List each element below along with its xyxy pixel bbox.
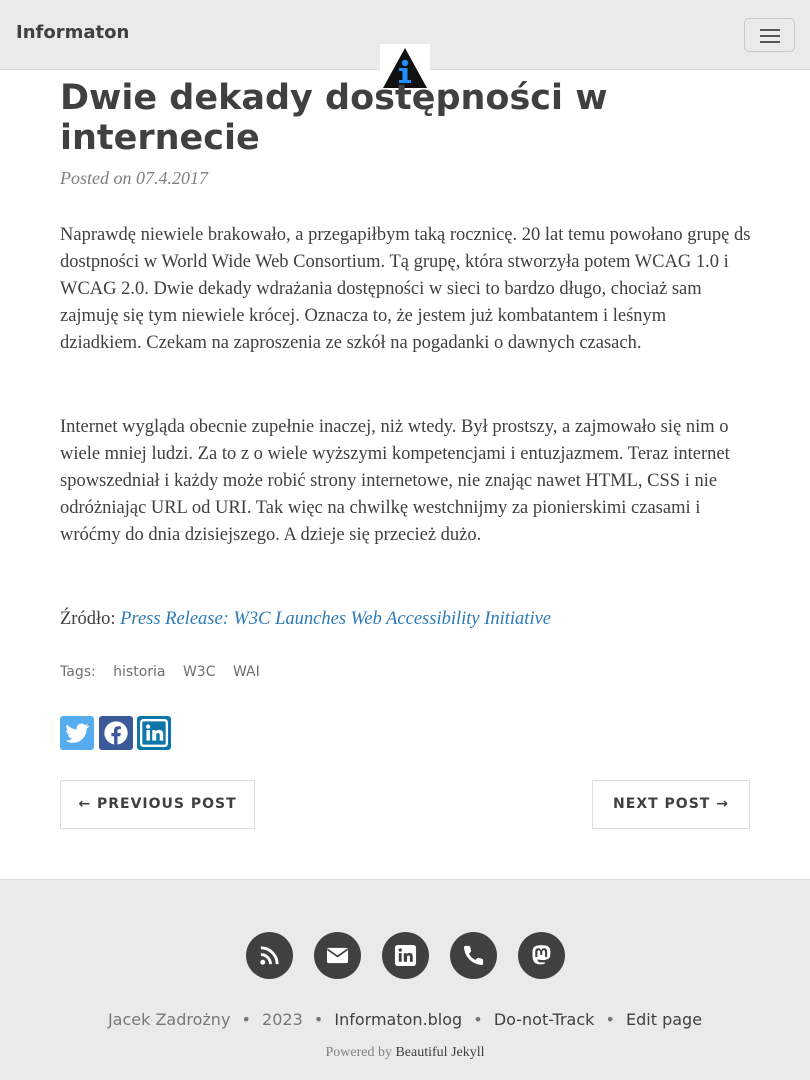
email-link[interactable]	[314, 932, 361, 979]
footer-dnt-link[interactable]: Do-not-Track	[494, 1010, 595, 1029]
footer-site-link[interactable]: Informaton.blog	[334, 1010, 462, 1029]
hamburger-icon	[760, 29, 780, 31]
phone-icon	[464, 945, 484, 965]
tag-historia[interactable]: historia	[113, 664, 165, 680]
post-title: Dwie dekady dostępności w internecie	[60, 78, 608, 158]
previous-post-button[interactable]: ← PREVIOUS POST	[60, 780, 255, 829]
source-line: Źródło: Press Release: W3C Launches Web …	[60, 606, 752, 633]
mastodon-icon	[532, 945, 551, 965]
footer-separator: •	[605, 1010, 615, 1029]
source-link[interactable]: Press Release: W3C Launches Web Accessib…	[120, 609, 551, 629]
facebook-icon	[104, 721, 128, 745]
footer-separator: •	[241, 1010, 251, 1029]
source-label: Źródło:	[60, 609, 116, 629]
share-linkedin-button[interactable]	[137, 716, 171, 750]
linkedin-link[interactable]	[382, 932, 429, 979]
footer-separator: •	[313, 1010, 324, 1029]
menu-toggle-button[interactable]	[744, 18, 795, 52]
share-facebook-button[interactable]	[99, 716, 133, 750]
footer-powered-by: Powered by Beautiful Jekyll	[0, 1045, 810, 1061]
linkedin-icon	[394, 944, 417, 967]
post-paragraph: Internet wygląda obecnie zupełnie inacze…	[60, 417, 730, 545]
footer-copyright: Jacek Zadrożny • 2023 • Informaton.blog …	[0, 1010, 810, 1029]
twitter-icon	[65, 723, 90, 743]
envelope-icon	[326, 947, 349, 964]
footer-edit-page-link[interactable]: Edit page	[626, 1010, 702, 1029]
post-date: Posted on 07.4.2017	[60, 168, 208, 188]
footer-separator: •	[473, 1010, 483, 1029]
tags-list: Tags: historia W3C WAI	[60, 664, 273, 680]
tag-w3c[interactable]: W3C	[183, 664, 216, 680]
beautiful-jekyll-link[interactable]: Beautiful Jekyll	[395, 1045, 484, 1060]
share-twitter-button[interactable]	[60, 716, 94, 750]
rss-link[interactable]	[246, 932, 293, 979]
powered-by-label: Powered by	[325, 1045, 392, 1060]
footer: Jacek Zadrożny • 2023 • Informaton.blog …	[0, 879, 810, 1080]
footer-author: Jacek Zadrożny	[107, 1010, 231, 1029]
phone-link[interactable]	[450, 932, 497, 979]
next-post-button[interactable]: NEXT POST →	[592, 780, 750, 829]
rss-icon	[260, 946, 279, 965]
linkedin-icon	[140, 719, 168, 747]
footer-year: 2023	[262, 1010, 303, 1029]
mastodon-link[interactable]	[518, 932, 565, 979]
post-paragraph: Naprawdę niewiele brakowało, a przegapił…	[60, 225, 751, 353]
site-brand-link[interactable]: Informaton	[16, 22, 129, 43]
tag-wai[interactable]: WAI	[233, 664, 260, 680]
tags-label: Tags:	[60, 664, 96, 680]
